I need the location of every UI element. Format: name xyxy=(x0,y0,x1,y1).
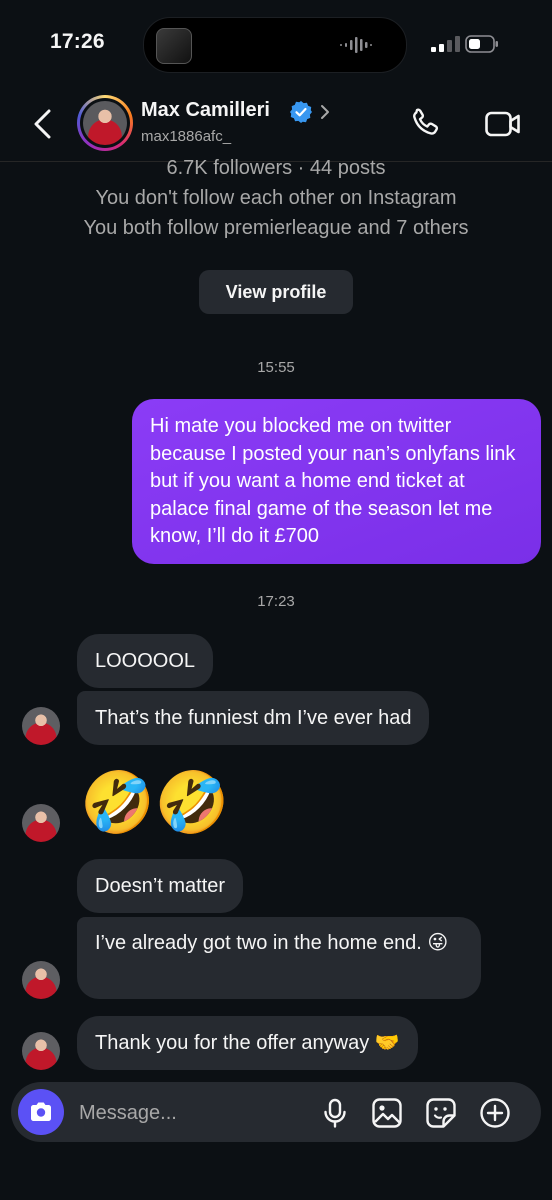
chevron-right-icon[interactable] xyxy=(318,102,332,122)
incoming-message[interactable]: Doesn’t matter xyxy=(77,859,244,913)
profile-stats: 6.7K followers · 44 posts xyxy=(166,157,386,179)
cellular-signal-icon xyxy=(431,36,460,52)
incoming-message[interactable]: That’s the funniest dm I’ve ever had xyxy=(77,691,430,745)
sender-avatar[interactable] xyxy=(22,707,60,745)
message-timestamp: 17:23 xyxy=(257,593,295,610)
now-playing-artwork xyxy=(156,28,192,64)
outgoing-message[interactable]: Hi mate you blocked me on twitter becaus… xyxy=(132,399,541,564)
sticker-icon[interactable] xyxy=(425,1097,457,1129)
message-composer xyxy=(11,1082,541,1144)
message-timestamp: 15:55 xyxy=(257,359,295,376)
camera-icon xyxy=(31,1102,51,1121)
emoji-message[interactable]: 🤣🤣 xyxy=(80,768,229,838)
sender-avatar[interactable] xyxy=(22,1032,60,1070)
message-input[interactable] xyxy=(77,1082,301,1144)
incoming-message[interactable]: I’ve already got two in the home end. 😜 xyxy=(77,917,481,999)
sender-avatar[interactable] xyxy=(22,961,60,999)
contact-name[interactable]: Max Camilleri xyxy=(141,99,270,122)
phone-call-icon[interactable] xyxy=(408,106,442,140)
incoming-message[interactable]: Thank you for the offer anyway 🤝 xyxy=(77,1016,418,1070)
mutual-follows: You both follow premierleague and 7 othe… xyxy=(83,217,469,239)
follow-status: You don't follow each other on Instagram xyxy=(95,187,457,209)
camera-button[interactable] xyxy=(18,1089,64,1135)
microphone-icon[interactable] xyxy=(319,1097,351,1129)
add-icon[interactable] xyxy=(479,1097,511,1129)
audio-waveform-icon xyxy=(340,37,372,53)
incoming-message[interactable]: LOOOOOL xyxy=(77,634,214,688)
video-call-icon[interactable] xyxy=(484,108,522,140)
sender-avatar[interactable] xyxy=(22,804,60,842)
avatar-photo xyxy=(83,101,127,145)
battery-icon xyxy=(465,35,498,53)
status-time: 17:26 xyxy=(50,30,105,53)
back-arrow-icon[interactable] xyxy=(30,108,58,140)
contact-handle: max1886afc_ xyxy=(141,128,232,145)
profile-avatar[interactable] xyxy=(77,95,133,151)
verified-badge-icon xyxy=(290,101,312,123)
view-profile-button[interactable]: View profile xyxy=(199,270,353,314)
gallery-icon[interactable] xyxy=(371,1097,403,1129)
dynamic-island[interactable] xyxy=(143,17,407,73)
